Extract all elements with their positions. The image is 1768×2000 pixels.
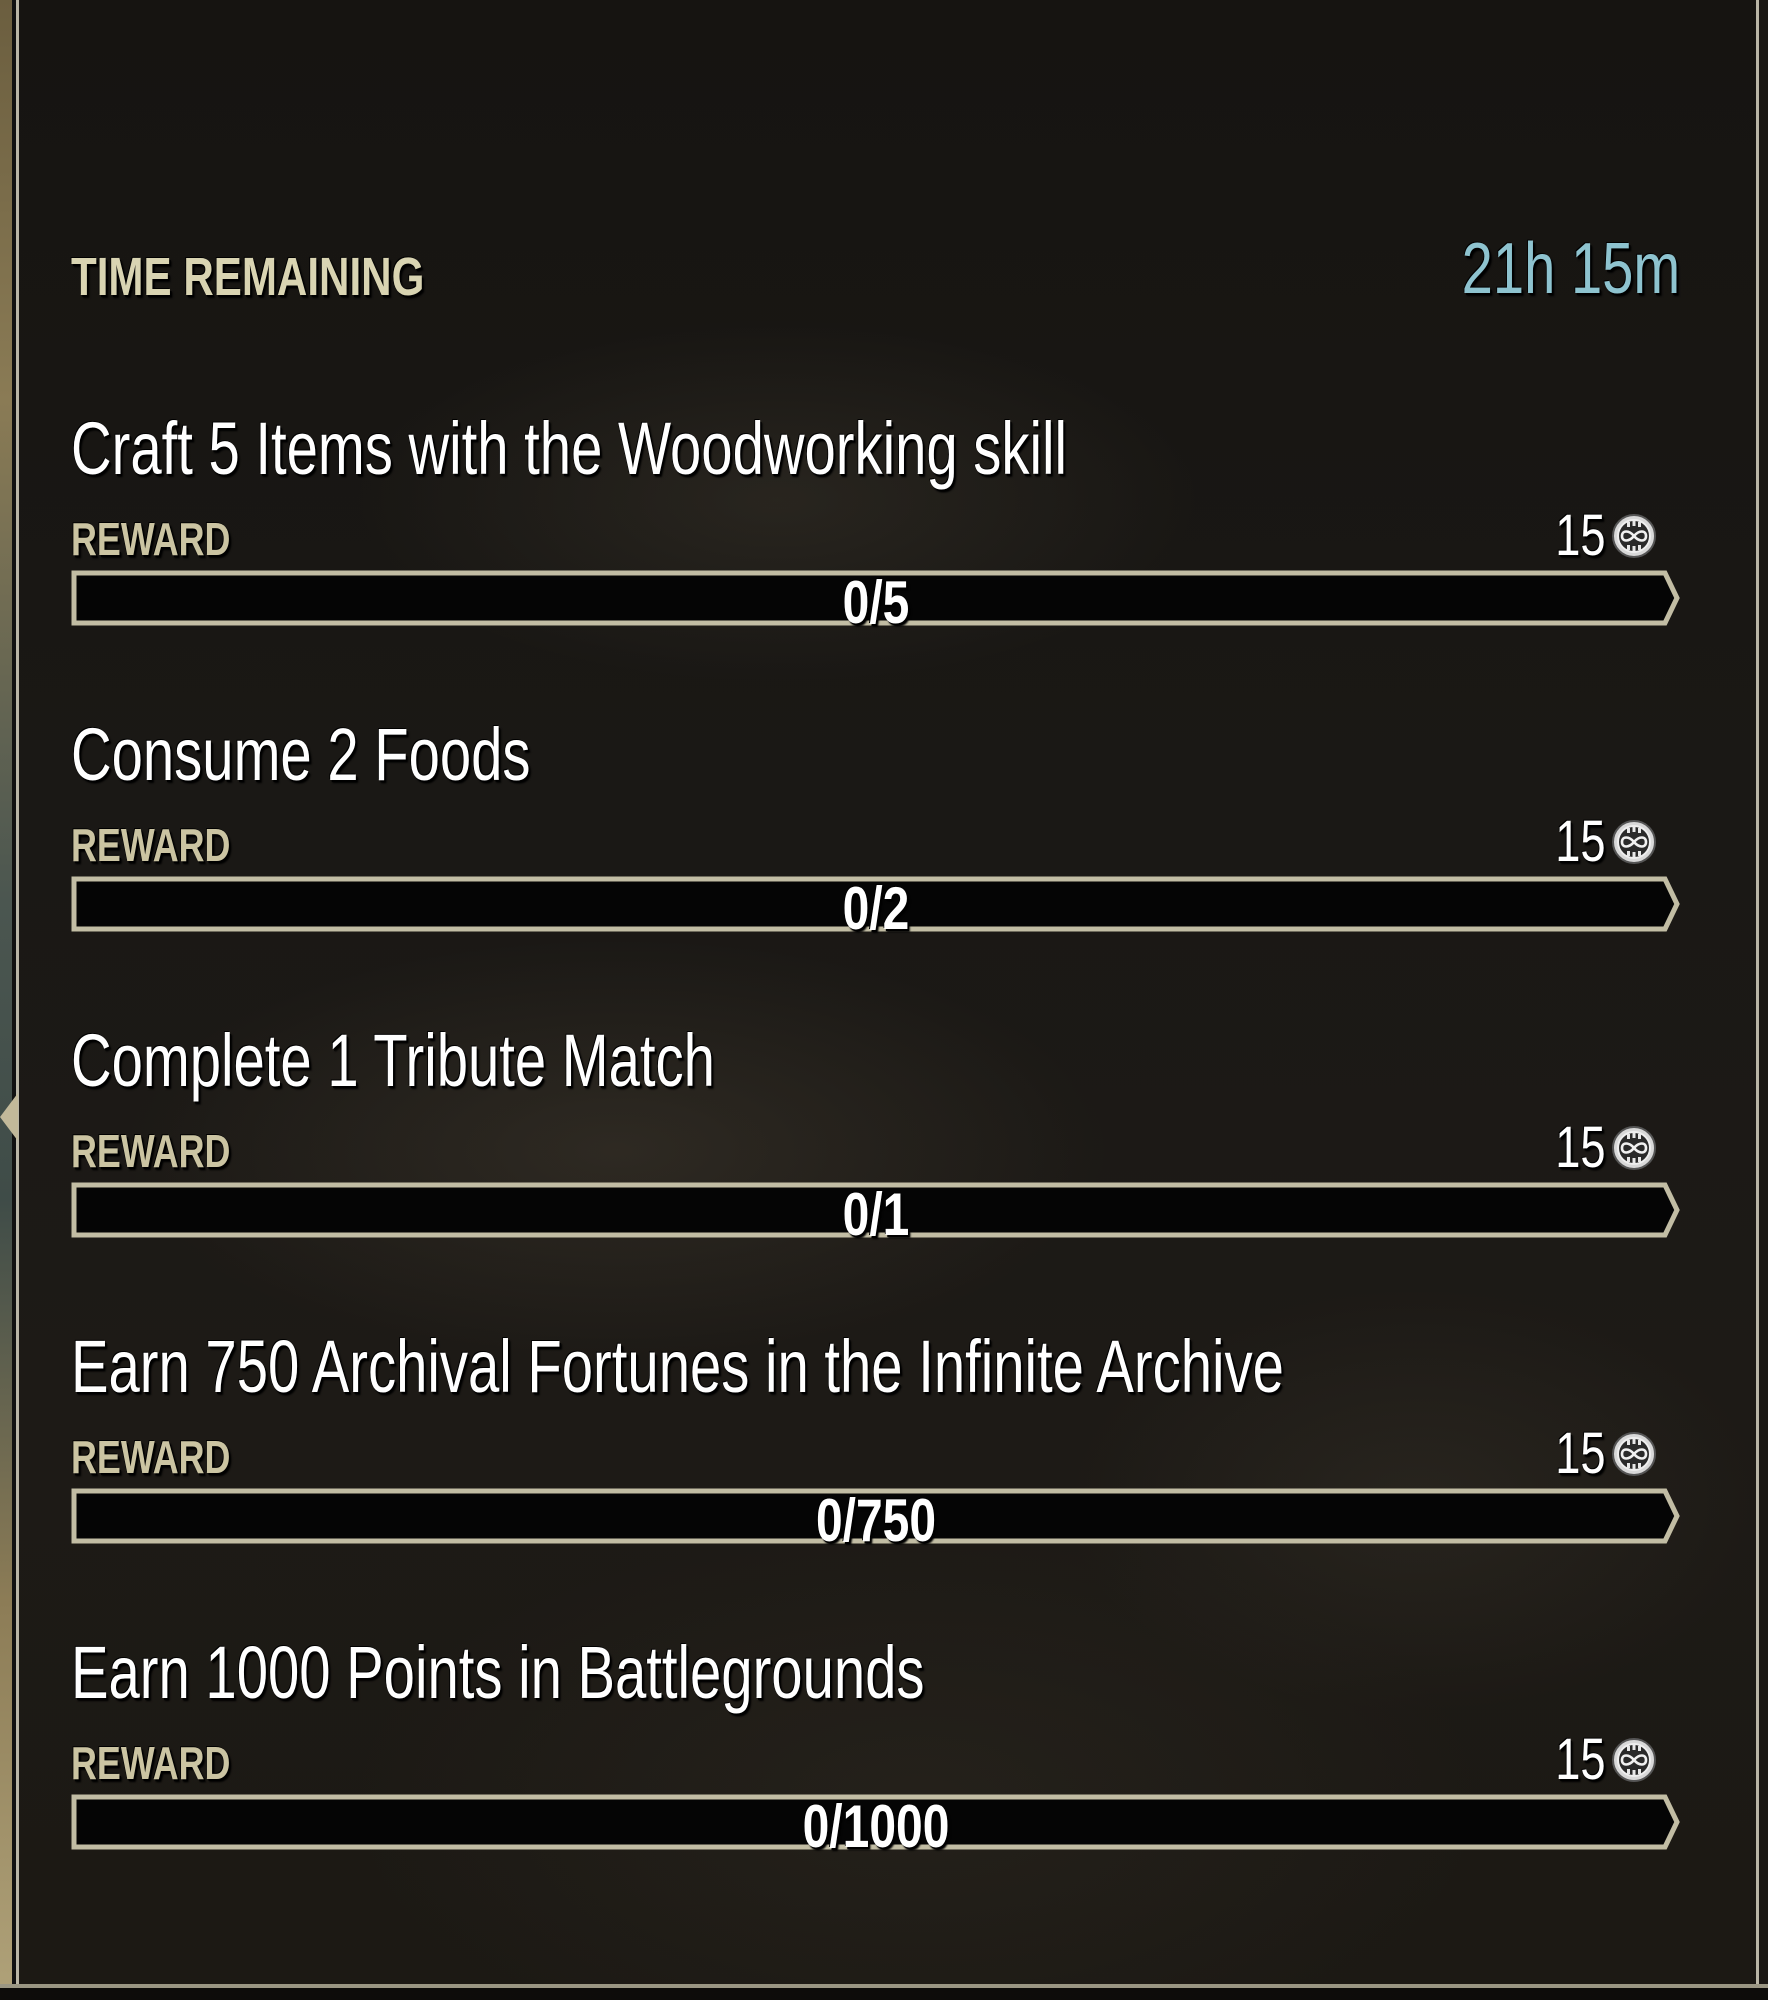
progress-text: 0/750 <box>815 1487 937 1554</box>
reward-label: REWARD <box>71 1125 231 1177</box>
seal-coin-icon <box>1612 820 1656 864</box>
reward-label: REWARD <box>71 1431 231 1483</box>
panel-border-left <box>16 0 19 1984</box>
quest-item[interactable]: Craft 5 Items with the Woodworking skill… <box>71 406 1681 706</box>
reward-label: REWARD <box>71 1737 231 1789</box>
progress-bar: 0/1 <box>71 1181 1681 1248</box>
quest-item[interactable]: Complete 1 Tribute Match REWARD 15 0/1 <box>71 1018 1681 1318</box>
quest-title: Complete 1 Tribute Match <box>71 1019 715 1102</box>
seal-coin-icon <box>1612 514 1656 558</box>
progress-bar: 0/1000 <box>71 1793 1681 1860</box>
seal-coin-icon <box>1612 1738 1656 1782</box>
quest-item[interactable]: Consume 2 Foods REWARD 15 0/2 <box>71 712 1681 1012</box>
quest-item[interactable]: Earn 1000 Points in Battlegrounds REWARD… <box>71 1630 1681 1930</box>
right-background-strip <box>1759 0 1768 2000</box>
time-remaining-label: TIME REMAINING <box>71 247 425 307</box>
progress-text: 0/1 <box>842 1181 910 1248</box>
quest-item[interactable]: Earn 750 Archival Fortunes in the Infini… <box>71 1324 1681 1624</box>
quest-title: Earn 750 Archival Fortunes in the Infini… <box>71 1325 1284 1408</box>
progress-text: 0/5 <box>842 569 910 636</box>
reward-label: REWARD <box>71 513 231 565</box>
progress-bar: 0/5 <box>71 569 1681 636</box>
reward-amount: 15 <box>1555 503 1606 568</box>
panel-pointer-notch-icon <box>0 1093 18 1141</box>
reward-amount: 15 <box>1555 1115 1606 1180</box>
reward-amount: 15 <box>1555 1421 1606 1486</box>
reward-amount: 15 <box>1555 1727 1606 1792</box>
quest-title: Earn 1000 Points in Battlegrounds <box>71 1631 925 1714</box>
reward-amount: 15 <box>1555 809 1606 874</box>
left-background-strip <box>0 0 12 2000</box>
progress-text: 0/2 <box>842 875 910 942</box>
reward-label: REWARD <box>71 819 231 871</box>
seal-coin-icon <box>1612 1126 1656 1170</box>
progress-text: 0/1000 <box>802 1793 950 1860</box>
quest-title: Consume 2 Foods <box>71 713 531 796</box>
quest-title: Craft 5 Items with the Woodworking skill <box>71 407 1068 490</box>
seal-coin-icon <box>1612 1432 1656 1476</box>
bottom-background-strip <box>0 1988 1768 2000</box>
progress-bar: 0/2 <box>71 875 1681 942</box>
time-remaining-value: 21h 15m <box>1461 229 1680 309</box>
progress-bar: 0/750 <box>71 1487 1681 1554</box>
